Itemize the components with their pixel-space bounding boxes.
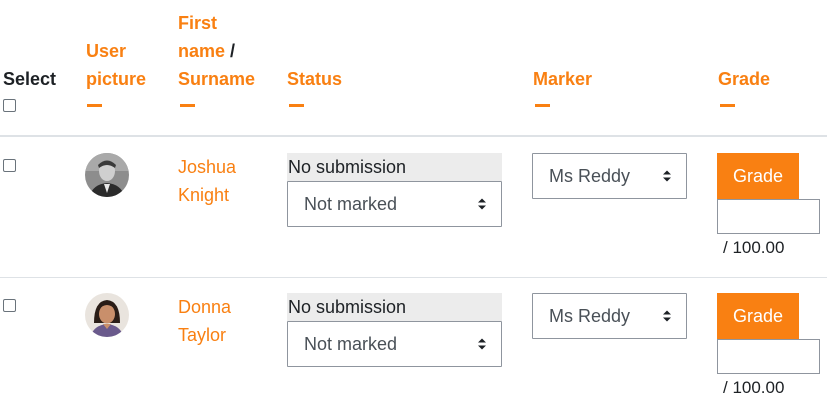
marker-sort-icon[interactable] <box>535 104 550 107</box>
first-name-sort-link[interactable]: name <box>178 41 225 61</box>
user-avatar-female[interactable] <box>85 293 129 337</box>
marking-state-value: Not marked <box>304 194 398 214</box>
select-arrows-icon <box>663 170 671 182</box>
select-all-checkbox[interactable] <box>3 99 16 112</box>
marker-select[interactable]: Ms Reddy <box>532 153 687 199</box>
row-select-checkbox[interactable] <box>3 159 16 172</box>
header-divider <box>0 135 827 137</box>
grade-max: / 100.00 <box>723 238 785 257</box>
select-header: Select <box>3 69 57 89</box>
marker-value: Ms Reddy <box>549 166 631 186</box>
user-avatar-male[interactable] <box>85 153 129 197</box>
submission-status: No submission <box>287 293 502 321</box>
grade-button[interactable]: Grade <box>717 293 799 339</box>
name-separator: / <box>230 41 236 61</box>
surname-link[interactable]: Taylor <box>178 321 226 349</box>
marker-header[interactable]: Marker <box>533 65 592 93</box>
grade-header[interactable]: Grade <box>718 65 770 93</box>
marker-select[interactable]: Ms Reddy <box>532 293 687 339</box>
submission-status: No submission <box>287 153 502 181</box>
select-arrows-icon <box>478 338 486 350</box>
name-sort-icon[interactable] <box>180 104 195 107</box>
user-picture-sort-icon[interactable] <box>87 104 102 107</box>
first-name-link[interactable]: Joshua <box>178 153 236 181</box>
grade-input[interactable] <box>717 199 820 234</box>
select-arrows-icon <box>478 198 486 210</box>
surname-sort-link[interactable]: Surname <box>178 65 255 93</box>
first-name-header-line1[interactable]: First <box>178 9 217 37</box>
user-picture-header-line1[interactable]: User <box>86 37 126 65</box>
first-name-header-line2: name / <box>178 37 235 65</box>
select-arrows-icon <box>663 310 671 322</box>
grade-input[interactable] <box>717 339 820 374</box>
grading-table: Select User picture First name / Surname… <box>0 0 827 409</box>
grade-sort-icon[interactable] <box>720 104 735 107</box>
surname-link[interactable]: Knight <box>178 181 229 209</box>
status-sort-icon[interactable] <box>289 104 304 107</box>
row-divider <box>0 277 827 278</box>
first-name-link[interactable]: Donna <box>178 293 231 321</box>
marking-state-select[interactable]: Not marked <box>287 181 502 227</box>
marking-state-value: Not marked <box>304 334 398 354</box>
status-header[interactable]: Status <box>287 65 342 93</box>
row-select-checkbox[interactable] <box>3 299 16 312</box>
user-picture-header-line2[interactable]: picture <box>86 65 146 93</box>
marker-value: Ms Reddy <box>549 306 631 326</box>
grade-button[interactable]: Grade <box>717 153 799 199</box>
marking-state-select[interactable]: Not marked <box>287 321 502 367</box>
grade-max: / 100.00 <box>723 378 785 397</box>
